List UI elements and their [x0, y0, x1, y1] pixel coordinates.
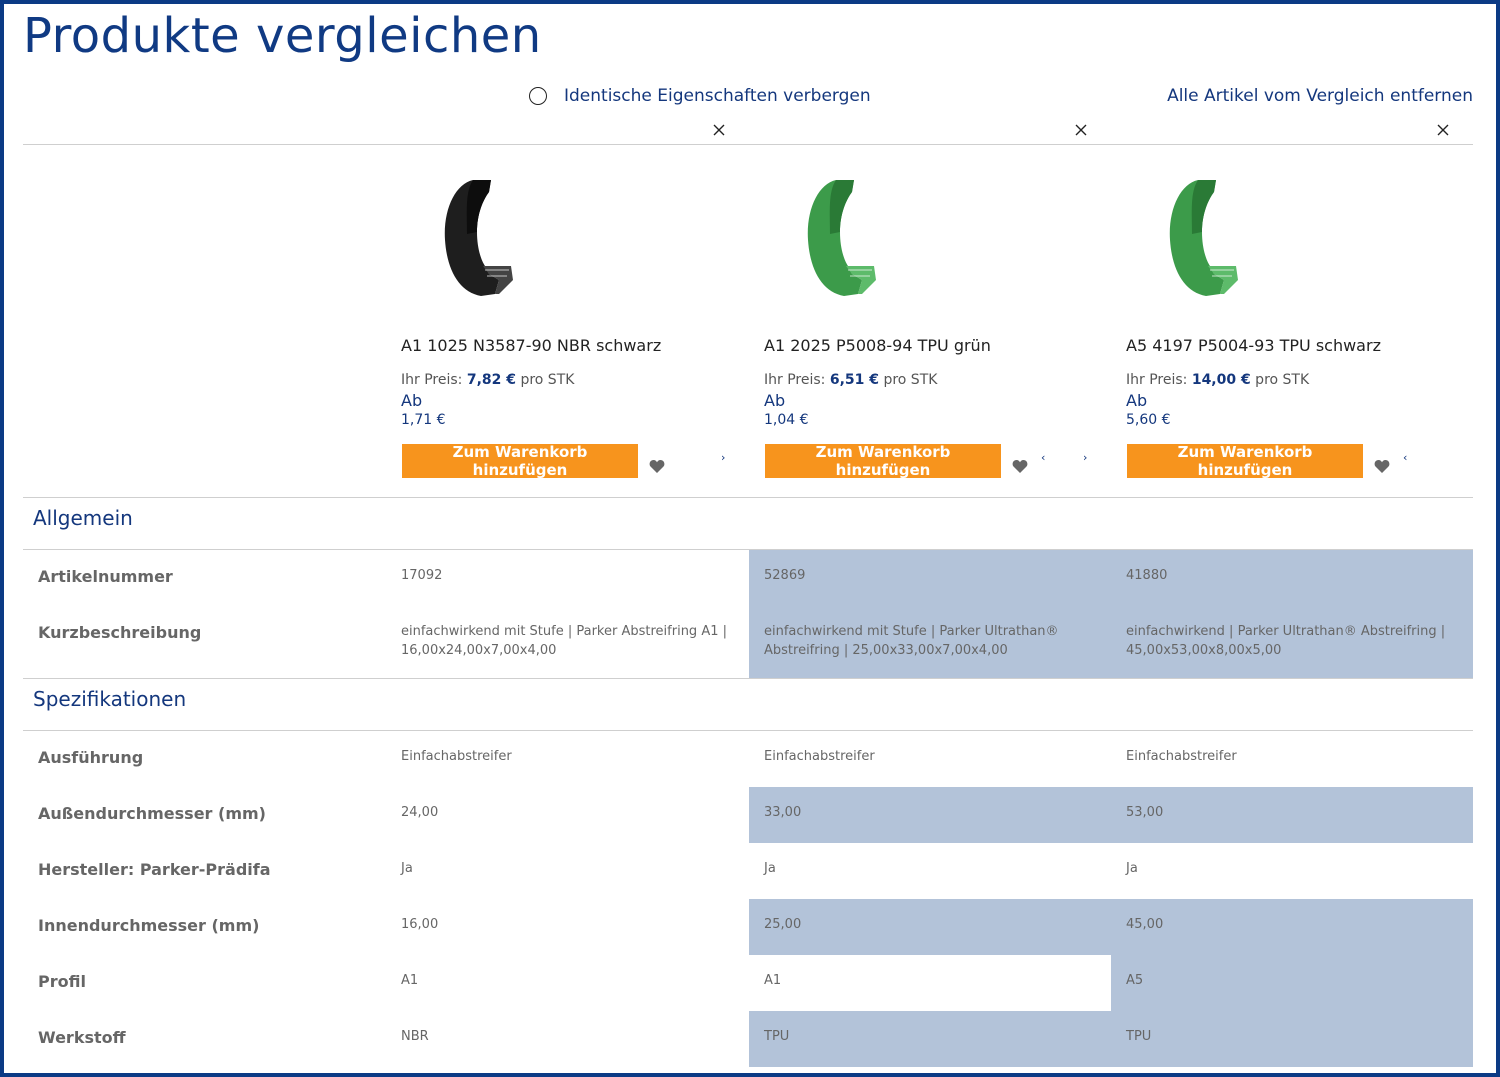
radio-icon[interactable]: [529, 87, 547, 105]
section-title-spezifikationen: Spezifikationen: [33, 687, 187, 711]
price-unit: pro STK: [1250, 372, 1310, 388]
product-name[interactable]: A5 4197 P5004-93 TPU schwarz: [1126, 336, 1381, 355]
row-label-kurzbeschreibung: Kurzbeschreibung: [38, 623, 202, 642]
cell-value: 16,00: [401, 917, 439, 932]
price-prefix: Ihr Preis:: [401, 372, 467, 388]
cell-value: Einfachabstreifer: [764, 749, 875, 764]
chevron-left-icon[interactable]: ‹: [1041, 451, 1045, 464]
divider: [23, 497, 1473, 498]
row-label-profil: Profil: [38, 972, 86, 991]
cell-value: A1: [401, 973, 419, 988]
price-unit: pro STK: [516, 372, 575, 388]
heart-icon[interactable]: [1374, 459, 1390, 474]
hide-identical-label: Identische Eigenschaften verbergen: [564, 86, 871, 106]
price-value: 6,51 €: [829, 372, 879, 388]
difference-highlight: [749, 1011, 1473, 1067]
cell-value: 52869: [764, 568, 806, 583]
cell-value: Ja: [764, 861, 776, 876]
heart-icon[interactable]: [1012, 459, 1028, 474]
cell-value: NBR: [401, 1029, 429, 1044]
cell-value: TPU: [1126, 1029, 1152, 1044]
product-image[interactable]: [778, 170, 908, 300]
difference-highlight: [1111, 955, 1473, 1011]
product-image[interactable]: [415, 170, 545, 300]
difference-highlight: [749, 787, 1473, 843]
remove-product-1-close-icon[interactable]: [711, 122, 727, 138]
price-value: 7,82 €: [466, 372, 516, 388]
price-line: Ihr Preis: 7,82 € pro STK: [401, 372, 574, 388]
product-image[interactable]: [1140, 170, 1270, 300]
cell-value: einfachwirkend mit Stufe | Parker Abstre…: [401, 624, 727, 658]
price-prefix: Ihr Preis:: [764, 372, 830, 388]
remove-product-3-close-icon[interactable]: [1435, 122, 1451, 138]
price-prefix: Ihr Preis:: [1126, 372, 1192, 388]
row-label-artikelnummer: Artikelnummer: [38, 567, 173, 586]
row-label-ausfuehrung: Ausführung: [38, 748, 144, 767]
divider: [23, 730, 1473, 731]
price-line: Ihr Preis: 6,51 € pro STK: [764, 372, 937, 388]
ab-price: 1,04 €: [764, 412, 809, 428]
row-label-werkstoff: Werkstoff: [38, 1028, 126, 1047]
difference-highlight: [749, 899, 1473, 955]
cell-value: Ja: [1126, 861, 1138, 876]
cell-value: TPU: [764, 1029, 790, 1044]
cell-value: 45,00: [1126, 917, 1164, 932]
row-label-innendurchmesser: Innendurchmesser (mm): [38, 916, 260, 935]
cell-value: 17092: [401, 568, 443, 583]
hide-identical-toggle[interactable]: Identische Eigenschaften verbergen: [529, 86, 871, 106]
add-to-cart-button[interactable]: Zum Warenkorb hinzufügen: [402, 443, 638, 479]
price-line: Ihr Preis: 14,00 € pro STK: [1126, 372, 1309, 388]
chevron-right-icon[interactable]: ›: [721, 451, 725, 464]
product-name[interactable]: A1 2025 P5008-94 TPU grün: [764, 336, 991, 355]
add-to-cart-button[interactable]: Zum Warenkorb hinzufügen: [765, 443, 1001, 479]
heart-icon[interactable]: [649, 459, 665, 474]
remove-product-2-close-icon[interactable]: [1073, 122, 1089, 138]
cell-value: 33,00: [764, 805, 802, 820]
cell-value: 53,00: [1126, 805, 1164, 820]
ab-price: 5,60 €: [1126, 412, 1171, 428]
ab-price: 1,71 €: [401, 412, 446, 428]
cell-value: Einfachabstreifer: [1126, 749, 1237, 764]
cell-value: einfachwirkend mit Stufe | Parker Ultrat…: [764, 624, 1059, 658]
row-label-hersteller: Hersteller: Parker-Prädifa: [38, 860, 271, 879]
remove-all-link[interactable]: Alle Artikel vom Vergleich entfernen: [1167, 86, 1473, 106]
page-title: Produkte vergleichen: [23, 8, 542, 64]
divider: [23, 678, 1473, 679]
cell-value: 41880: [1126, 568, 1168, 583]
product-name[interactable]: A1 1025 N3587-90 NBR schwarz: [401, 336, 661, 355]
price-unit: pro STK: [879, 372, 938, 388]
divider: [23, 144, 1473, 145]
cell-value: A1: [764, 973, 782, 988]
row-label-aussendurchmesser: Außendurchmesser (mm): [38, 804, 266, 823]
cell-value: 25,00: [764, 917, 802, 932]
cell-value: 24,00: [401, 805, 439, 820]
cell-value: einfachwirkend | Parker Ultrathan® Abstr…: [1126, 624, 1446, 658]
add-to-cart-button[interactable]: Zum Warenkorb hinzufügen: [1127, 443, 1363, 479]
chevron-right-icon[interactable]: ›: [1083, 451, 1087, 464]
ab-label: Ab: [764, 391, 786, 410]
chevron-left-icon[interactable]: ‹: [1403, 451, 1407, 464]
price-value: 14,00 €: [1191, 372, 1251, 388]
cell-value: Ja: [401, 861, 413, 876]
cell-value: Einfachabstreifer: [401, 749, 512, 764]
ab-label: Ab: [401, 391, 423, 410]
ab-label: Ab: [1126, 391, 1148, 410]
section-title-allgemein: Allgemein: [33, 506, 133, 530]
cell-value: A5: [1126, 973, 1144, 988]
